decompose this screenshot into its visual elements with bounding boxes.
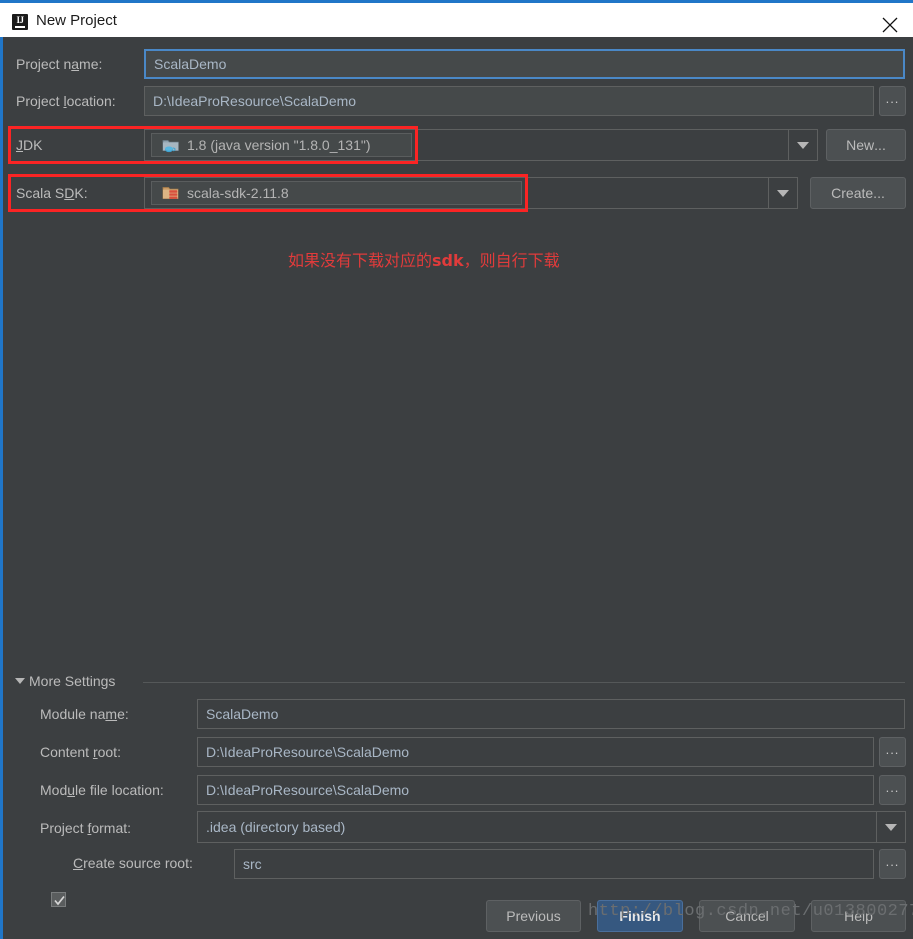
more-settings-header[interactable]: More Settings [15,673,905,691]
project-location-label: Project location: [16,93,116,109]
scala-sdk-selected-value: scala-sdk-2.11.8 [151,181,522,205]
project-format-value: .idea (directory based) [206,819,346,835]
create-source-root-browse-button[interactable]: ... [879,849,906,879]
module-name-value: ScalaDemo [206,706,279,722]
annotation-part2: ，则自行下载 [463,251,560,270]
project-name-input[interactable]: ScalaDemo [144,49,905,79]
more-settings-label: More Settings [29,673,116,689]
project-format-label: Project format: [40,820,132,836]
chinese-annotation: 如果没有下载对应的sdk，则自行下载 [288,247,560,271]
close-icon[interactable] [867,6,913,40]
help-button[interactable]: Help [811,900,906,932]
window-title: New Project [36,12,117,29]
dialog-body: Project name: ScalaDemo Project location… [0,37,913,939]
section-divider [143,682,905,683]
create-source-root-label: Create source root: [73,855,193,871]
content-root-browse-button[interactable]: ... [879,737,906,767]
module-file-location-label: Module file location: [40,782,164,798]
create-source-root-input[interactable]: src [234,849,874,879]
new-project-dialog: IJ New Project Project name: ScalaDemo P… [0,0,913,939]
scala-folder-icon [162,185,180,201]
previous-button[interactable]: Previous [486,900,581,932]
project-format-dropdown-arrow-icon[interactable] [876,812,905,842]
project-location-browse-button[interactable]: ... [879,86,906,116]
intellij-idea-icon: IJ [12,14,28,30]
content-root-value: D:\IdeaProResource\ScalaDemo [206,744,410,760]
content-root-input[interactable]: D:\IdeaProResource\ScalaDemo [197,737,874,767]
project-location-value: D:\IdeaProResource\ScalaDemo [153,93,357,109]
finish-button[interactable]: Finish [597,900,683,932]
module-file-location-value: D:\IdeaProResource\ScalaDemo [206,782,410,798]
jdk-value-text: 1.8 (java version "1.8.0_131") [187,137,371,153]
title-bar: IJ New Project [0,0,913,37]
jdk-new-button[interactable]: Ne w... [826,129,906,161]
create-source-root-value: src [243,856,262,872]
scala-sdk-label: Scala SDK: [16,185,88,201]
project-name-value: ScalaDemo [154,56,227,72]
cancel-button[interactable]: Cancel [699,900,795,932]
scala-sdk-value-text: scala-sdk-2.11.8 [187,185,289,201]
jdk-folder-icon [162,137,180,153]
jdk-selected-value: 1.8 (java version "1.8.0_131") [151,133,412,157]
collapse-triangle-icon[interactable] [15,678,25,684]
project-format-combobox[interactable]: .idea (directory based) [197,811,906,843]
annotation-part1: 如果没有下载对应的 [288,251,433,270]
annotation-bold: sdk [432,251,464,270]
content-root-label: Content root: [40,744,121,760]
project-location-input[interactable]: D:\IdeaProResource\ScalaDemo [144,86,874,116]
create-source-root-checkbox[interactable] [51,892,66,907]
jdk-label: JDK [16,137,43,153]
scala-sdk-create-button[interactable]: Create... [810,177,906,209]
module-name-input[interactable]: ScalaDemo [197,699,905,729]
jdk-dropdown-arrow-icon[interactable] [788,130,817,160]
scala-sdk-dropdown-arrow-icon[interactable] [768,178,797,208]
module-name-label: Module name: [40,706,129,722]
module-file-location-browse-button[interactable]: ... [879,775,906,805]
module-file-location-input[interactable]: D:\IdeaProResource\ScalaDemo [197,775,874,805]
project-name-label: Project name: [16,56,103,72]
